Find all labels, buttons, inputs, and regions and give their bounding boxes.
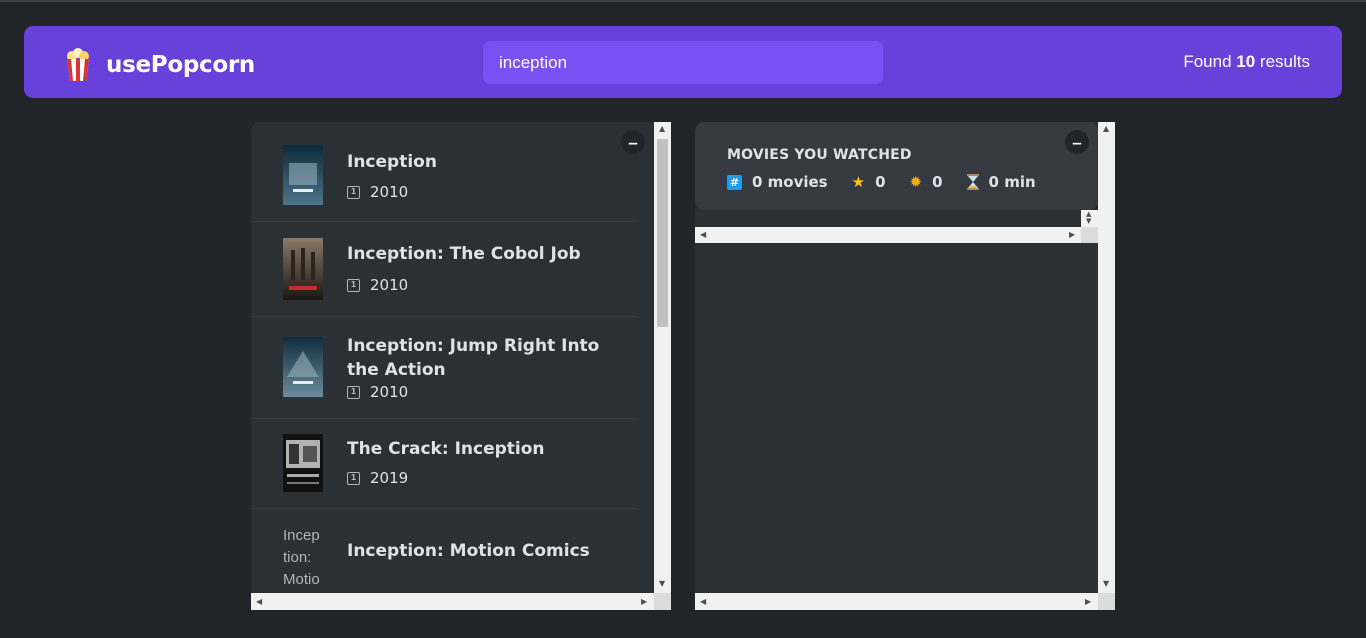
watched-summary: Movies you watched # 0 movies ★ 0 ✹ 0	[695, 122, 1098, 210]
watched-vertical-scrollbar[interactable]: ▲ ▼	[1098, 122, 1115, 593]
watched-list-area: ▲ ▼ ◀ ▶	[695, 210, 1098, 243]
hourglass-icon	[966, 174, 979, 190]
movie-year-value: 2010	[370, 383, 409, 401]
watched-horizontal-scrollbar[interactable]: ◀ ▶	[695, 593, 1098, 610]
scroll-left-arrow-icon[interactable]: ◀	[256, 598, 262, 606]
results-prefix: Found	[1183, 52, 1232, 71]
scroll-up-arrow-icon[interactable]: ▲	[1103, 125, 1109, 133]
logo: usePopcorn	[64, 48, 255, 82]
stat-runtime-value: 0 min	[988, 173, 1036, 191]
collapse-watched-button[interactable]: –	[1065, 130, 1089, 154]
movie-list-box: – Inception 1 2010 Inception: The Cobol …	[251, 122, 671, 610]
inner-scroll-left-icon[interactable]: ◀	[700, 231, 706, 239]
movie-year: 1 2010	[347, 276, 408, 294]
scroll-down-arrow-icon[interactable]: ▼	[1103, 580, 1109, 588]
inner-horizontal-scrollbar[interactable]: ◀ ▶	[695, 227, 1081, 243]
inner-vertical-scrollbar[interactable]: ▲ ▼	[1081, 210, 1098, 227]
movie-year-value: 2010	[370, 276, 409, 294]
scroll-left-arrow-icon[interactable]: ◀	[700, 598, 706, 606]
calendar-icon: 1	[347, 471, 360, 485]
inner-scroll-right-icon[interactable]: ▶	[1069, 231, 1075, 239]
scrollbar-corner	[654, 593, 671, 610]
results-number: 10	[1236, 52, 1256, 71]
movie-year-value: 2019	[370, 469, 409, 487]
movie-poster	[283, 145, 323, 205]
summary-title: Movies you watched	[727, 147, 912, 163]
stat-runtime: 0 min	[966, 173, 1036, 191]
scroll-up-arrow-icon[interactable]: ▲	[659, 125, 665, 133]
movie-title: The Crack: Inception	[347, 439, 545, 459]
movie-year: 1 2010	[347, 383, 408, 401]
window-top-border	[0, 0, 1366, 2]
scroll-down-arrow-icon[interactable]: ▼	[659, 580, 665, 588]
results-count: Found 10 results	[1183, 52, 1310, 72]
movie-list: Inception 1 2010 Inception: The Cobol Jo…	[251, 122, 637, 609]
movie-item[interactable]: Inception 1 2010	[251, 122, 637, 222]
stat-user-rating: ✹ 0	[910, 173, 943, 191]
inner-scroll-corner	[1081, 227, 1098, 243]
summary-stats: # 0 movies ★ 0 ✹ 0 0 min	[727, 173, 1036, 191]
movie-title: Inception	[347, 152, 437, 172]
movie-poster	[283, 434, 323, 492]
poster-alt-text: Inception: Motion Comics	[283, 527, 320, 595]
watched-box: Movies you watched # 0 movies ★ 0 ✹ 0	[695, 122, 1115, 610]
movie-title: Inception: Motion Comics	[347, 541, 590, 561]
movie-poster	[283, 238, 323, 300]
calendar-icon: 1	[347, 385, 360, 399]
movie-title: Inception: Jump Right Into the Action	[347, 336, 600, 380]
movie-poster	[283, 337, 323, 397]
movie-year: 1 2019	[347, 469, 408, 487]
list-vertical-scrollbar[interactable]: ▲ ▼	[654, 122, 671, 593]
movie-year-value: 2010	[370, 183, 409, 201]
hash-icon: #	[727, 174, 742, 190]
scroll-right-arrow-icon[interactable]: ▶	[1085, 598, 1091, 606]
calendar-icon: 1	[347, 185, 360, 199]
stat-user-value: 0	[932, 173, 943, 191]
scroll-right-arrow-icon[interactable]: ▶	[641, 598, 647, 606]
sun-icon: ✹	[909, 172, 923, 191]
movie-title: Inception: The Cobol Job	[347, 244, 581, 264]
stat-movies-value: 0 movies	[752, 173, 828, 191]
list-scroll-thumb[interactable]	[657, 139, 668, 327]
popcorn-icon	[67, 48, 89, 81]
inner-scroll-updown-icon[interactable]: ▲ ▼	[1086, 211, 1091, 225]
movie-year: 1 2010	[347, 183, 408, 201]
app-title: usePopcorn	[106, 52, 255, 78]
list-horizontal-scrollbar[interactable]: ◀ ▶	[251, 593, 654, 610]
navbar: usePopcorn Found 10 results	[24, 26, 1342, 98]
movie-item[interactable]: The Crack: Inception 1 2019	[251, 419, 637, 509]
movie-item[interactable]: Inception: Jump Right Into the Action 1 …	[251, 317, 637, 419]
search-input[interactable]	[483, 41, 883, 84]
stat-imdb-rating: ★ 0	[852, 173, 886, 191]
scrollbar-corner	[1098, 593, 1115, 610]
star-icon: ★	[851, 172, 866, 191]
stat-movies: # 0 movies	[727, 173, 828, 191]
calendar-icon: 1	[347, 278, 360, 292]
stat-imdb-value: 0	[875, 173, 886, 191]
collapse-list-button[interactable]: –	[621, 130, 645, 154]
results-suffix: results	[1259, 52, 1310, 71]
movie-poster-broken: Inception: Motion Comics	[283, 525, 323, 595]
movie-item[interactable]: Inception: The Cobol Job 1 2010	[251, 222, 637, 317]
